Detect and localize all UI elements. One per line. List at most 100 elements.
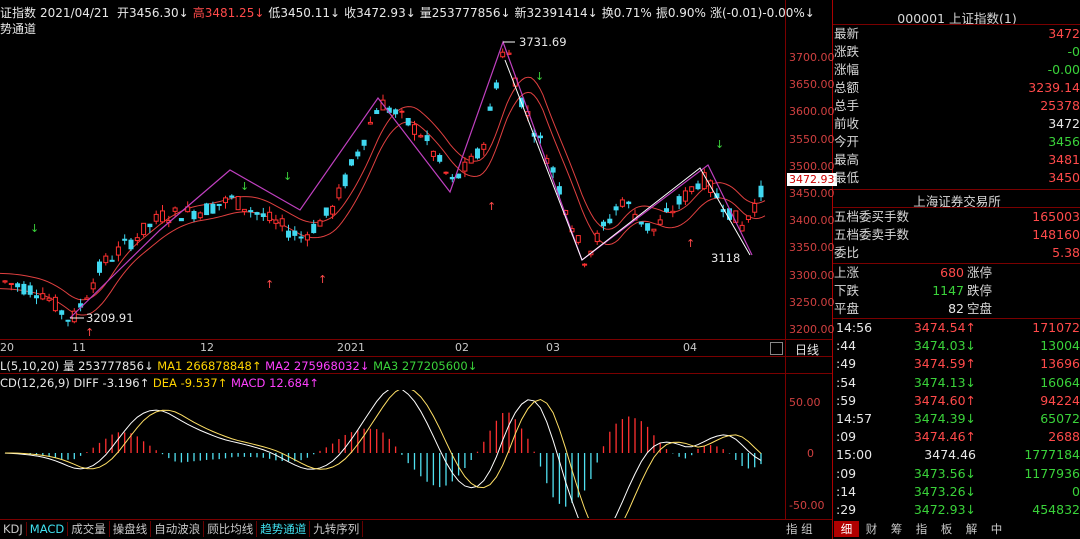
down-arrow-icon: ↓ <box>30 222 39 235</box>
breadth-tag: 涨停 <box>967 265 993 280</box>
trough-label: 3118 <box>711 251 741 265</box>
price-tick: 3500.00 <box>789 159 835 173</box>
tick-volume: 94224 <box>1040 392 1080 408</box>
tick-volume: 16064 <box>1040 374 1080 390</box>
quote-label: 最高 <box>834 152 860 167</box>
tick-time: :29 <box>836 502 857 517</box>
tick-row: :44 3474.03↓ 13004 <box>834 337 1080 355</box>
down-arrow-icon: ↓ <box>715 138 724 151</box>
diff-value: DIFF -3.196↑ <box>73 376 150 390</box>
tab-chips[interactable]: 筹 <box>884 521 909 537</box>
tab-volume[interactable]: 成交量 <box>68 521 110 537</box>
quote-value: -0 <box>1067 44 1080 59</box>
quote-label: 今开 <box>834 134 860 149</box>
volume-indicator-label: L(5,10,20) <box>0 359 60 373</box>
quote-row: 最高 3481 <box>834 151 1080 169</box>
price-tick: 3250.00 <box>789 295 835 309</box>
right-tabs: 细财筹指板解中 <box>834 521 1009 537</box>
quote-value: 3450 <box>1048 170 1080 185</box>
ma1-value: MA1 266878848↑ <box>157 359 262 373</box>
breadth-row: 下跌 1147 跌停 <box>834 282 1080 300</box>
quote-label: 涨幅 <box>834 62 860 77</box>
peak-label: 3731.69 <box>519 35 567 49</box>
order-row: 五档委买手数 165003 <box>834 208 1080 226</box>
quote-row: 最低 3450 <box>834 169 1080 187</box>
order-label: 委比 <box>834 245 860 260</box>
period-label[interactable]: 日线 <box>795 341 819 358</box>
tab-td[interactable]: 九转序列 <box>310 521 364 537</box>
quote-label: 涨跌 <box>834 44 860 59</box>
tab-sector[interactable]: 板 <box>934 521 959 537</box>
ma3-value: MA3 277205600↓ <box>373 359 478 373</box>
price-tick: 3550.00 <box>789 132 835 146</box>
tick-time: :59 <box>836 392 857 408</box>
bottom-right-controls: 指 组 <box>786 521 813 537</box>
tick-volume: 2688 <box>1048 429 1080 445</box>
tick-time: :49 <box>836 356 857 372</box>
price-tick: 3350.00 <box>789 241 835 255</box>
breadth-tag: 跌停 <box>967 283 993 298</box>
tick-row: :54 3474.13↓ 16064 <box>834 374 1080 392</box>
order-label: 五档委买手数 <box>834 209 910 224</box>
breadth-label: 下跌 <box>834 283 860 298</box>
order-label: 五档委卖手数 <box>834 227 910 242</box>
tick-price: 3474.39↓ <box>913 411 976 426</box>
kline-chart[interactable]: ↓ ↓ ↓ ↓ ↓ ↑ ↑ ↑ ↑ ↑ <box>0 0 786 340</box>
macd-y-tick: -50.00 <box>789 499 825 512</box>
indicator-tabs: KDJ MACD 成交量 操盘线 自动波浪 顾比均线 趋势通道 九转序列 <box>0 521 364 537</box>
tab-wave[interactable]: 自动波浪 <box>151 521 205 537</box>
breadth-label: 平盘 <box>834 301 860 316</box>
quote-label: 最新 <box>834 26 860 41</box>
macd-indicator-label: CD(12,26,9) <box>0 376 70 390</box>
tab-index[interactable]: 指 <box>909 521 934 537</box>
breadth-count: 1147 <box>932 283 964 298</box>
macd-y-tick: 50.00 <box>789 396 821 409</box>
tick-volume: 171072 <box>1032 320 1080 335</box>
breadth-tag: 空盘 <box>967 301 993 316</box>
period-toggle-icon[interactable] <box>770 342 783 355</box>
tab-guppy[interactable]: 顾比均线 <box>204 521 258 537</box>
tick-volume: 13004 <box>1040 338 1080 354</box>
tick-row: :49 3474.59↑ 13696 <box>834 355 1080 373</box>
macd-legend: CD(12,26,9) DIFF -3.196↑ DEA -9.537↑ MAC… <box>0 376 319 390</box>
low-label: 3209.91 <box>86 311 134 325</box>
tick-row: :09 3474.46↑ 2688 <box>834 428 1080 446</box>
tick-volume: 1177936 <box>1024 465 1080 481</box>
tick-price: 3474.59↑ <box>913 356 976 372</box>
zu-button[interactable]: 组 <box>801 522 813 536</box>
up-arrow-icon: ↑ <box>318 273 327 286</box>
price-tick: 3700.00 <box>789 51 835 64</box>
price-tick: 3400.00 <box>789 214 835 228</box>
tick-row: :09 3473.56↓ 1177936 <box>834 465 1080 483</box>
macd-chart[interactable] <box>0 390 786 518</box>
tick-time: :44 <box>836 338 857 354</box>
zhi-button[interactable]: 指 <box>786 522 798 536</box>
quote-label: 前收 <box>834 116 860 131</box>
quote-value: 3472 <box>1048 116 1080 131</box>
quote-label: 总手 <box>834 98 860 113</box>
quote-value: 3481 <box>1048 152 1080 167</box>
order-value: 165003 <box>1032 209 1080 224</box>
tab-kdj[interactable]: KDJ <box>0 522 27 536</box>
quote-value: 25378 <box>1040 98 1080 113</box>
price-tick: 3450.00 <box>789 187 835 200</box>
tab-finance[interactable]: 财 <box>859 521 884 537</box>
tab-channel[interactable]: 趋势通道 <box>257 521 311 537</box>
tick-row: 14:56 3474.54↑ 171072 <box>834 319 1080 337</box>
tab-middle[interactable]: 中 <box>984 521 1009 537</box>
tab-detail[interactable]: 细 <box>834 521 859 537</box>
breadth-count: 82 <box>948 301 964 316</box>
tab-analysis[interactable]: 解 <box>959 521 984 537</box>
tab-macd[interactable]: MACD <box>27 522 69 536</box>
tick-row: 15:00 3474.46 1777184 <box>834 446 1080 464</box>
order-row: 五档委卖手数 148160 <box>834 226 1080 244</box>
down-arrow-icon: ↓ <box>283 170 292 183</box>
tab-caopan[interactable]: 操盘线 <box>110 521 152 537</box>
x-tick: 11 <box>72 341 86 354</box>
x-tick: 20 <box>0 341 14 354</box>
price-tick: 3650.00 <box>789 78 835 92</box>
tick-time: 14:57 <box>836 411 873 426</box>
breadth-label: 上涨 <box>834 265 860 280</box>
macd-value: MACD 12.684↑ <box>230 376 319 390</box>
dea-value: DEA -9.537↑ <box>152 376 228 390</box>
